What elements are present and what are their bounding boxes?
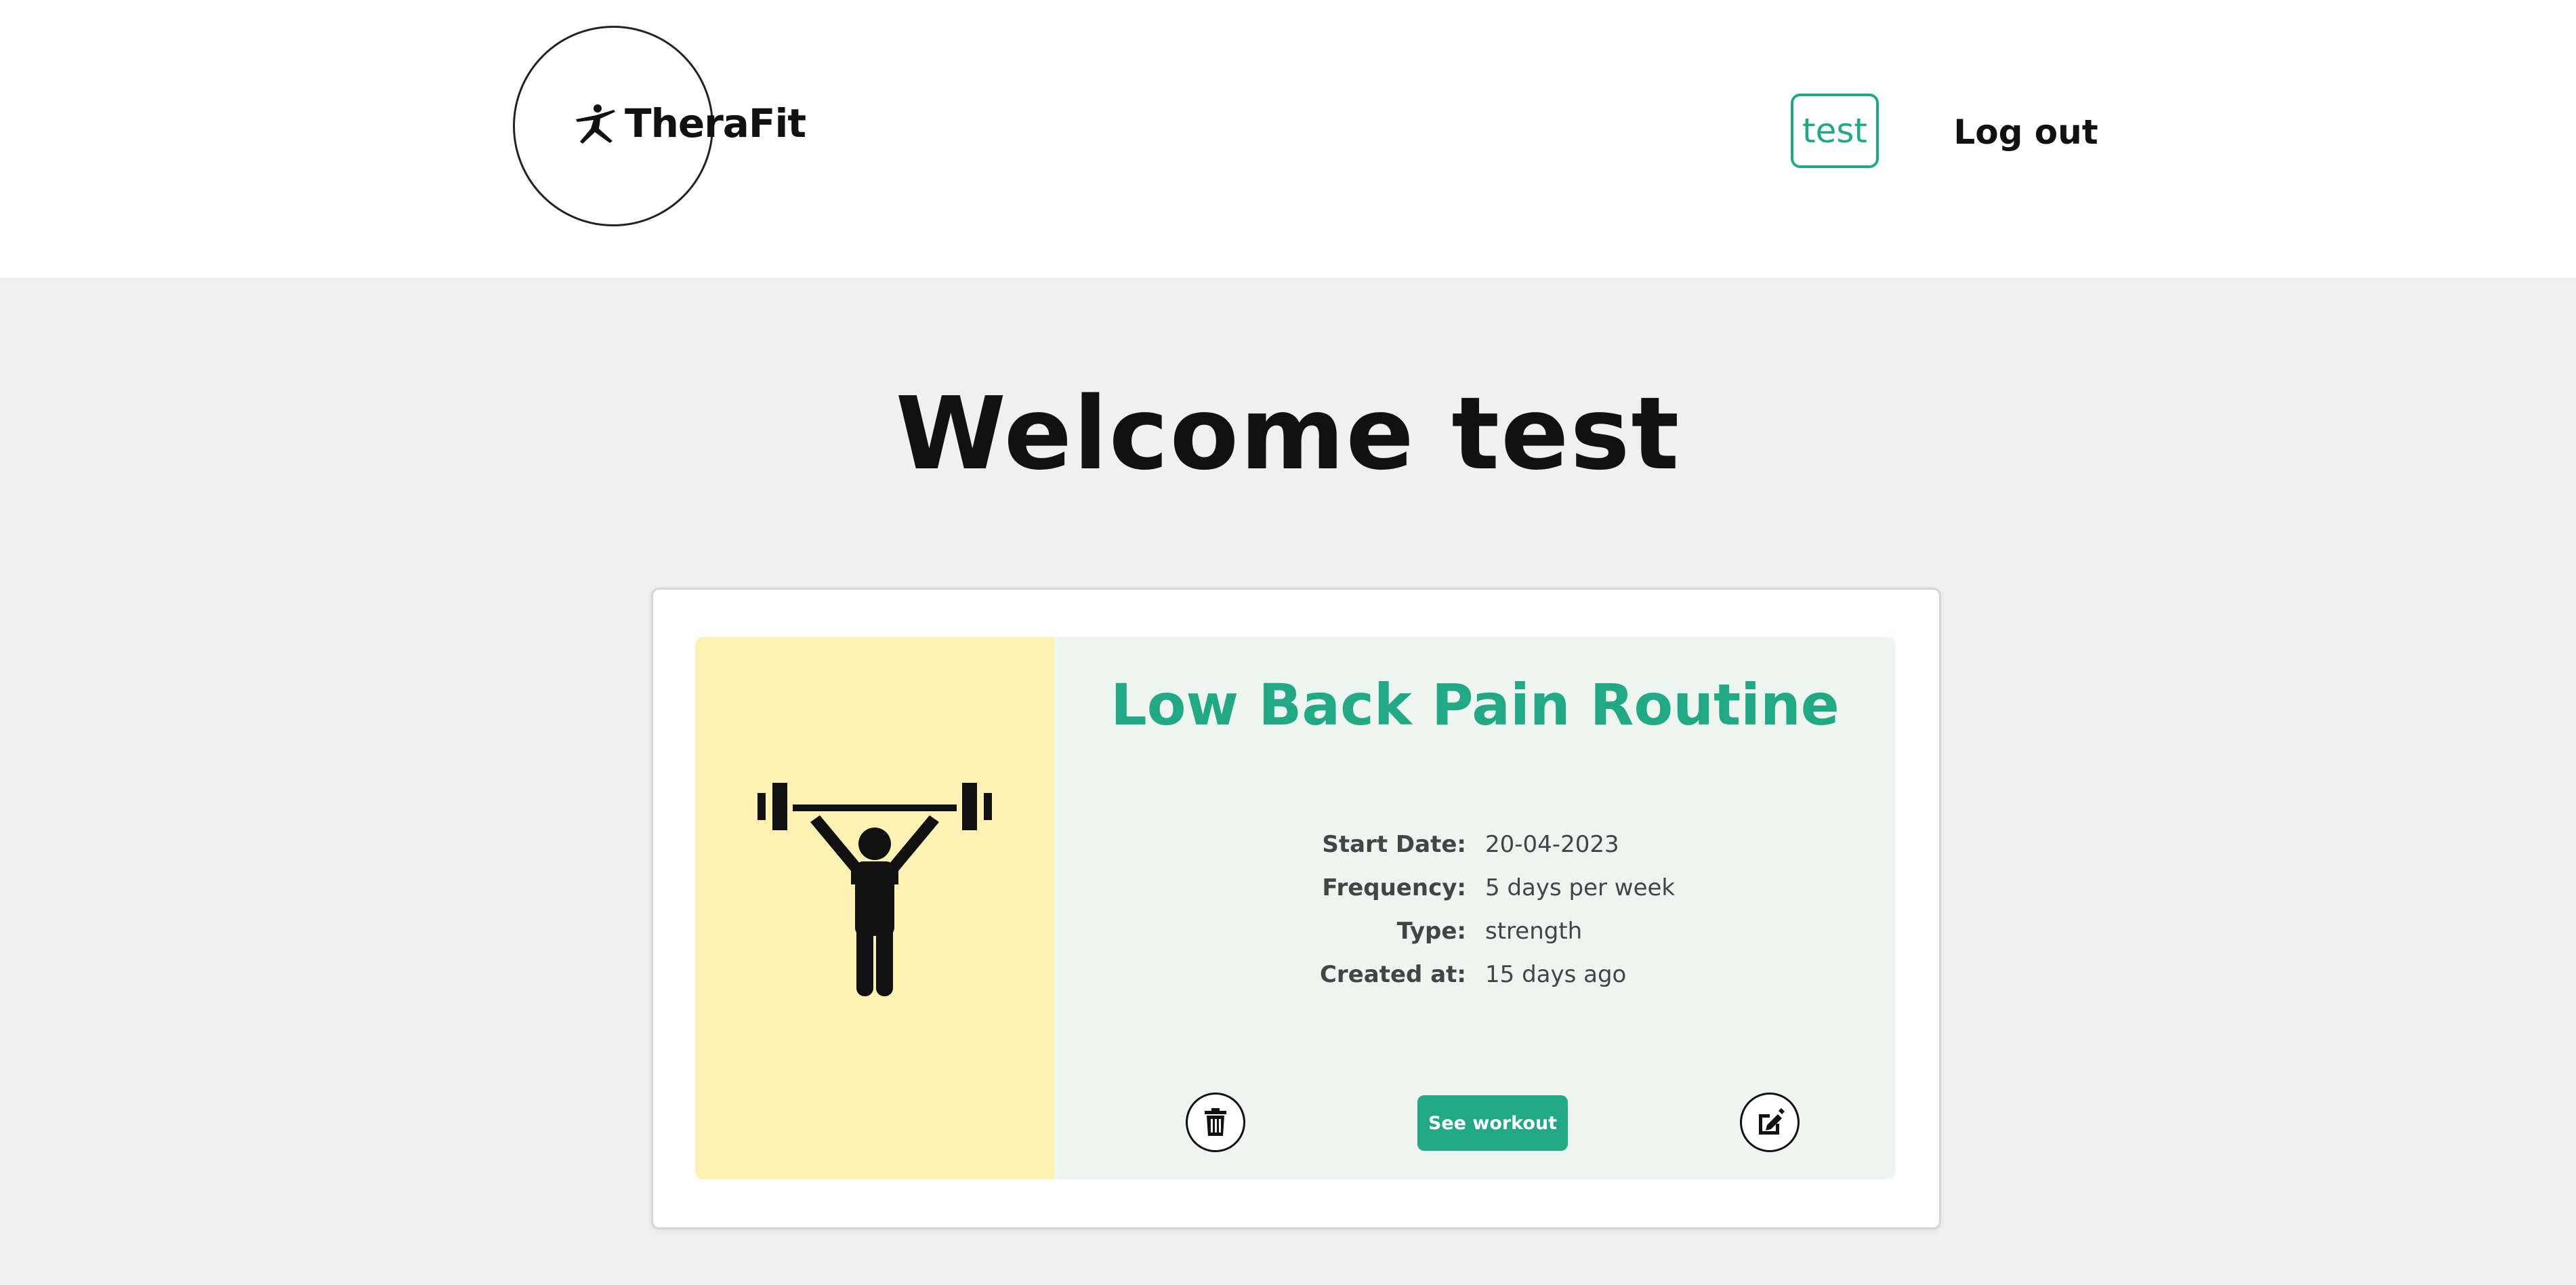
logout-link[interactable]: Log out: [1951, 108, 2100, 156]
weightlifter-icon: [757, 783, 992, 996]
trash-icon: [1205, 1108, 1226, 1136]
detail-value: 5 days per week: [1485, 874, 1676, 901]
detail-label: Start Date:: [1322, 831, 1466, 858]
routine-title: Low Back Pain Routine: [1110, 672, 1840, 738]
logo-text[interactable]: TheraFit: [625, 100, 806, 146]
routine-card-body: Low Back Pain Routine Start Date: 20-04-…: [1054, 637, 1896, 1179]
detail-row-type: Type: strength: [1054, 918, 1896, 958]
welcome-heading: Welcome test: [895, 375, 1681, 492]
user-badge[interactable]: test: [1791, 94, 1879, 168]
edit-icon: [1759, 1108, 1785, 1135]
detail-label: Type:: [1396, 918, 1466, 945]
routine-card: Low Back Pain Routine Start Date: 20-04-…: [695, 637, 1896, 1179]
header: TheraFit test Log out: [0, 0, 2576, 278]
edit-button[interactable]: [1740, 1093, 1800, 1152]
routine-card-image: [695, 637, 1054, 1179]
detail-value: strength: [1485, 918, 1583, 945]
detail-row-created-at: Created at: 15 days ago: [1054, 961, 1896, 1002]
detail-value: 20-04-2023: [1485, 831, 1619, 858]
detail-label: Frequency:: [1322, 874, 1466, 901]
yoga-figure-icon: [576, 104, 615, 144]
detail-value: 15 days ago: [1485, 961, 1627, 988]
delete-button[interactable]: [1186, 1093, 1245, 1152]
detail-row-start-date: Start Date: 20-04-2023: [1054, 831, 1896, 872]
detail-label: Created at:: [1319, 961, 1466, 988]
detail-row-frequency: Frequency: 5 days per week: [1054, 874, 1896, 915]
see-workout-button[interactable]: See workout: [1417, 1095, 1568, 1151]
